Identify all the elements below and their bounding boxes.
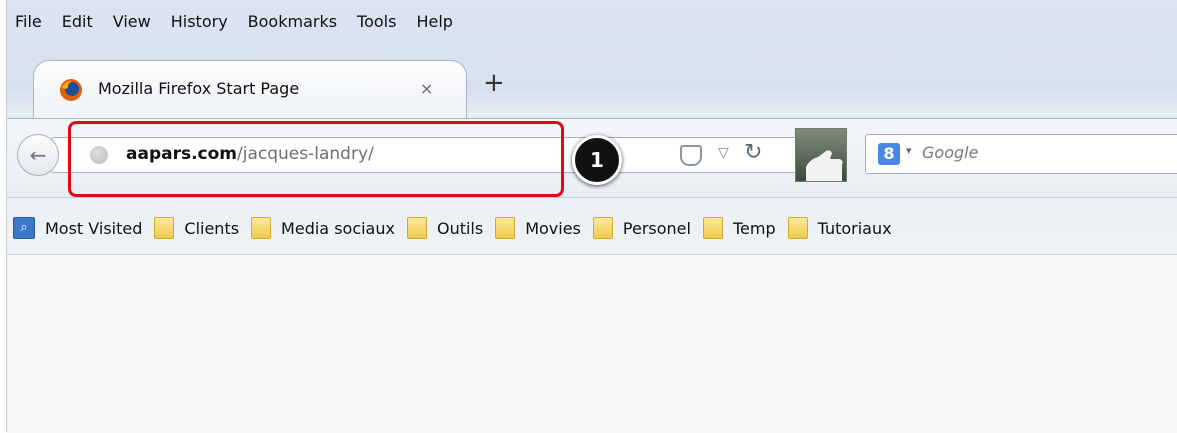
menu-history[interactable]: History bbox=[171, 12, 228, 36]
bookmark-personel[interactable]: Personel bbox=[592, 217, 691, 239]
bookmark-label: Media sociaux bbox=[281, 218, 395, 238]
bookmark-movies[interactable]: Movies bbox=[495, 217, 581, 239]
tab-title: Mozilla Firefox Start Page bbox=[98, 79, 300, 98]
google-icon[interactable]: 8 bbox=[878, 143, 900, 165]
bookmark-label: Personel bbox=[622, 218, 691, 238]
back-button[interactable]: ← bbox=[17, 134, 59, 176]
dropdown-arrow-icon[interactable]: ▽ bbox=[718, 145, 729, 161]
folder-icon bbox=[702, 217, 723, 239]
menu-bar: File Edit View History Bookmarks Tools H… bbox=[15, 12, 453, 36]
bookmark-temp[interactable]: Temp bbox=[702, 217, 776, 239]
bookmark-label: Clients bbox=[184, 218, 240, 238]
menu-file[interactable]: File bbox=[15, 12, 42, 36]
folder-icon bbox=[154, 217, 175, 239]
search-placeholder: Google bbox=[922, 143, 979, 162]
back-arrow-icon: ← bbox=[29, 143, 47, 167]
bookmark-label: Most Visited bbox=[45, 218, 143, 238]
bookmark-label: Tutoriaux bbox=[817, 218, 892, 238]
page-content bbox=[7, 254, 1177, 433]
tab-close-icon[interactable]: × bbox=[420, 79, 433, 98]
menu-tools[interactable]: Tools bbox=[357, 12, 396, 36]
bookmark-media-sociaux[interactable]: Media sociaux bbox=[251, 217, 395, 239]
tab-start-page[interactable]: Mozilla Firefox Start Page × bbox=[33, 60, 467, 119]
search-bar[interactable]: 8 ▾ Google bbox=[865, 134, 1177, 174]
bookmarks-bar: ⌕ Most Visited Clients Media sociaux Out… bbox=[7, 208, 892, 248]
pocket-icon[interactable] bbox=[680, 145, 702, 166]
menu-edit[interactable]: Edit bbox=[62, 12, 93, 36]
annotation-highlight-box bbox=[68, 121, 564, 197]
engine-dropdown-icon[interactable]: ▾ bbox=[906, 144, 912, 157]
reload-icon[interactable]: ↻ bbox=[744, 140, 762, 165]
bookmark-label: Movies bbox=[525, 218, 581, 238]
bookmark-most-visited[interactable]: ⌕ Most Visited bbox=[13, 217, 142, 239]
new-tab-button[interactable]: + bbox=[483, 70, 505, 96]
menu-bookmarks[interactable]: Bookmarks bbox=[248, 12, 337, 36]
bookmark-label: Temp bbox=[732, 218, 776, 238]
hand-icon bbox=[806, 150, 843, 181]
menu-help[interactable]: Help bbox=[416, 12, 452, 36]
folder-icon bbox=[592, 217, 613, 239]
bookmark-clients[interactable]: Clients bbox=[154, 217, 239, 239]
bookmark-label: Outils bbox=[436, 218, 484, 238]
folder-icon bbox=[251, 217, 272, 239]
folder-icon bbox=[787, 217, 808, 239]
browser-window: File Edit View History Bookmarks Tools H… bbox=[6, 0, 1177, 433]
callout-number-badge: 1 bbox=[572, 135, 622, 185]
bookmark-outils[interactable]: Outils bbox=[406, 217, 484, 239]
firefox-icon bbox=[60, 79, 82, 101]
most-visited-icon: ⌕ bbox=[13, 217, 35, 239]
folder-icon bbox=[406, 217, 427, 239]
menu-view[interactable]: View bbox=[113, 12, 151, 36]
addon-icon[interactable] bbox=[795, 128, 847, 182]
folder-icon bbox=[495, 217, 516, 239]
bookmark-tutoriaux[interactable]: Tutoriaux bbox=[787, 217, 892, 239]
